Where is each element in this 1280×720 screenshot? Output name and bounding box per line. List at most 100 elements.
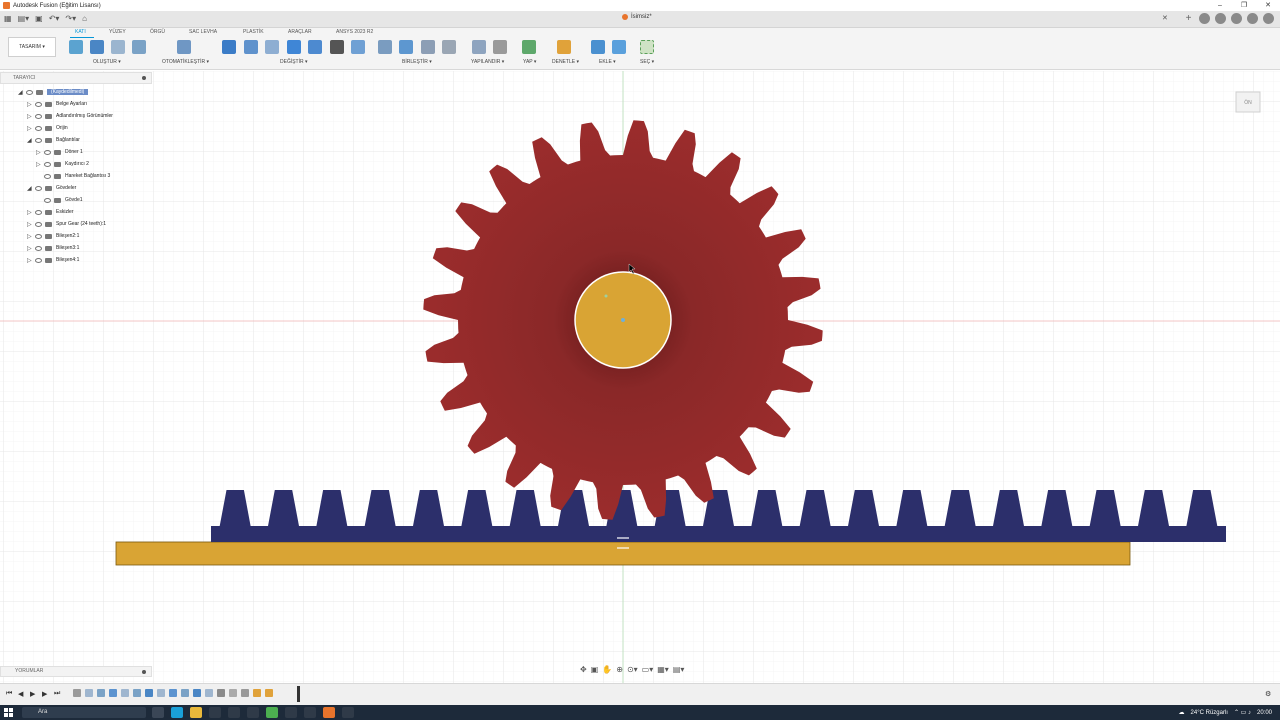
comments-panel-header[interactable]: YORUMLAR — [0, 666, 152, 677]
create-sketch-icon[interactable] — [69, 40, 83, 54]
browser-item[interactable]: ▷ Spur Gear (24 teeth):1 — [27, 219, 106, 229]
insert-image-icon[interactable] — [612, 40, 626, 54]
app-icon-9[interactable] — [304, 707, 316, 718]
visibility-eye-icon[interactable] — [35, 221, 42, 227]
windows-start-icon[interactable] — [4, 708, 13, 717]
timeline-feature-icon[interactable] — [133, 689, 141, 697]
chamfer-icon[interactable] — [265, 40, 279, 54]
timeline-feature-icon[interactable] — [181, 689, 189, 697]
timeline-feature-icon[interactable] — [121, 689, 129, 697]
browser-item[interactable]: ▷ Adlandırılmış Görünümler — [27, 111, 113, 121]
browser-item[interactable]: ◢ Gövdeler — [27, 183, 76, 193]
file-menu-icon[interactable]: ▤▾ — [18, 14, 30, 24]
timeline-first-icon[interactable]: ⏮ — [6, 690, 12, 698]
tab-utilities[interactable]: ARAÇLAR — [288, 29, 312, 35]
browser-item[interactable]: ▷ Kaydırıcı 2 — [36, 159, 89, 169]
timeline-feature-icon[interactable] — [85, 689, 93, 697]
help-icon[interactable] — [1247, 13, 1258, 24]
clock[interactable]: 20:00 — [1257, 710, 1272, 716]
visibility-eye-icon[interactable] — [26, 89, 33, 95]
collapsed-caret-icon[interactable]: ▷ — [27, 245, 35, 252]
visibility-eye-icon[interactable] — [35, 257, 42, 263]
extensions-icon[interactable] — [1215, 13, 1226, 24]
timeline-feature-icon[interactable] — [145, 689, 153, 697]
shell-icon[interactable] — [287, 40, 301, 54]
new-tab-icon[interactable]: + — [1183, 13, 1194, 24]
group-insert[interactable]: EKLE ▾ — [599, 59, 616, 65]
select-icon[interactable] — [640, 40, 654, 54]
app-icon-6[interactable] — [247, 707, 259, 718]
timeline-last-icon[interactable]: ⏭ — [54, 690, 60, 698]
timeline-feature-icon[interactable] — [253, 689, 261, 697]
visibility-eye-icon[interactable] — [35, 245, 42, 251]
timeline-prev-icon[interactable]: ◀ — [18, 690, 23, 698]
minimize-button[interactable]: – — [1208, 0, 1232, 11]
look-at-icon[interactable]: ▣ — [591, 665, 599, 674]
weather-text[interactable]: 24°C Rüzgarlı — [1191, 710, 1228, 716]
motion-link-icon[interactable] — [442, 40, 456, 54]
close-document-icon[interactable]: ✕ — [1162, 14, 1168, 22]
collapsed-caret-icon[interactable]: ▷ — [27, 257, 35, 264]
visibility-eye-icon[interactable] — [44, 173, 51, 179]
close-window-button[interactable]: ✕ — [1256, 0, 1280, 11]
app-grid-icon[interactable]: ▦ — [4, 14, 12, 24]
extrude-icon[interactable] — [90, 40, 104, 54]
browser-pin-icon[interactable] — [142, 76, 146, 80]
group-assemble[interactable]: BİRLEŞTİR ▾ — [402, 59, 432, 65]
workspace-switcher[interactable]: TASARIM ▾ — [8, 37, 56, 57]
timeline-feature-icon[interactable] — [169, 689, 177, 697]
visibility-eye-icon[interactable] — [35, 113, 42, 119]
collapsed-caret-icon[interactable]: ▷ — [36, 149, 44, 156]
timeline-feature-icon[interactable] — [217, 689, 225, 697]
box-icon[interactable] — [132, 40, 146, 54]
configure-icon[interactable] — [472, 40, 486, 54]
collapsed-caret-icon[interactable]: ▷ — [27, 209, 35, 216]
browser-item[interactable]: Gövde1 — [36, 195, 83, 205]
comments-pin-icon[interactable] — [142, 670, 146, 674]
collapsed-caret-icon[interactable]: ▷ — [27, 125, 35, 132]
fillet-icon[interactable] — [244, 40, 258, 54]
insert-derive-icon[interactable] — [591, 40, 605, 54]
visibility-eye-icon[interactable] — [44, 149, 51, 155]
collapsed-caret-icon[interactable]: ▷ — [36, 161, 44, 168]
timeline-settings-icon[interactable]: ⚙ — [1265, 690, 1271, 698]
timeline-feature-icon[interactable] — [241, 689, 249, 697]
notifications-icon[interactable] — [1231, 13, 1242, 24]
chrome-icon[interactable] — [266, 707, 278, 718]
browser-item[interactable]: ◢ Bağlantılar — [27, 135, 80, 145]
browser-item[interactable]: ▷ Bileşen3:1 — [27, 243, 79, 253]
weather-icon[interactable]: ☁ — [1179, 709, 1185, 716]
home-icon[interactable]: ⌂ — [82, 14, 87, 24]
grid-settings-icon[interactable]: ▦▾ — [657, 665, 669, 674]
joint-origin-icon[interactable] — [421, 40, 435, 54]
browser-item[interactable]: ▷ Belge Ayarları — [27, 99, 87, 109]
display-settings-icon[interactable]: ▭▾ — [642, 665, 654, 674]
taskbar-search[interactable]: Ara — [22, 707, 146, 718]
collapsed-caret-icon[interactable]: ▷ — [27, 101, 35, 108]
collapsed-caret-icon[interactable]: ▷ — [27, 233, 35, 240]
collapsed-caret-icon[interactable]: ▷ — [27, 113, 35, 120]
task-view-icon[interactable] — [152, 707, 164, 718]
group-select[interactable]: SEÇ ▾ — [640, 59, 654, 65]
group-automate[interactable]: OTOMATİKLEŞTİR ▾ — [162, 59, 209, 65]
save-icon[interactable]: ▣ — [35, 14, 43, 24]
visibility-eye-icon[interactable] — [35, 137, 42, 143]
group-make[interactable]: YAP ▾ — [523, 59, 536, 65]
edge-icon[interactable] — [171, 707, 183, 718]
group-create[interactable]: OLUŞTUR ▾ — [93, 59, 121, 65]
file-explorer-icon[interactable] — [190, 707, 202, 718]
design-viewport[interactable]: ÖN — [0, 71, 1280, 683]
visibility-eye-icon[interactable] — [44, 197, 51, 203]
browser-item[interactable]: ▷ Döner 1 — [36, 147, 83, 157]
group-inspect[interactable]: DENETLE ▾ — [552, 59, 579, 65]
timeline-feature-icon[interactable] — [205, 689, 213, 697]
redo-icon[interactable]: ↷▾ — [65, 14, 76, 24]
timeline-marker[interactable] — [297, 686, 300, 702]
group-modify[interactable]: DEĞİŞTİR ▾ — [280, 59, 308, 65]
tab-plastic[interactable]: PLASTİK — [243, 29, 264, 35]
orbit-icon[interactable]: ✥ — [580, 665, 587, 674]
base-plate[interactable] — [115, 541, 1131, 566]
app-icon-8[interactable] — [285, 707, 297, 718]
document-tab[interactable]: İsimsiz* — [622, 14, 652, 20]
3d-print-icon[interactable] — [522, 40, 536, 54]
